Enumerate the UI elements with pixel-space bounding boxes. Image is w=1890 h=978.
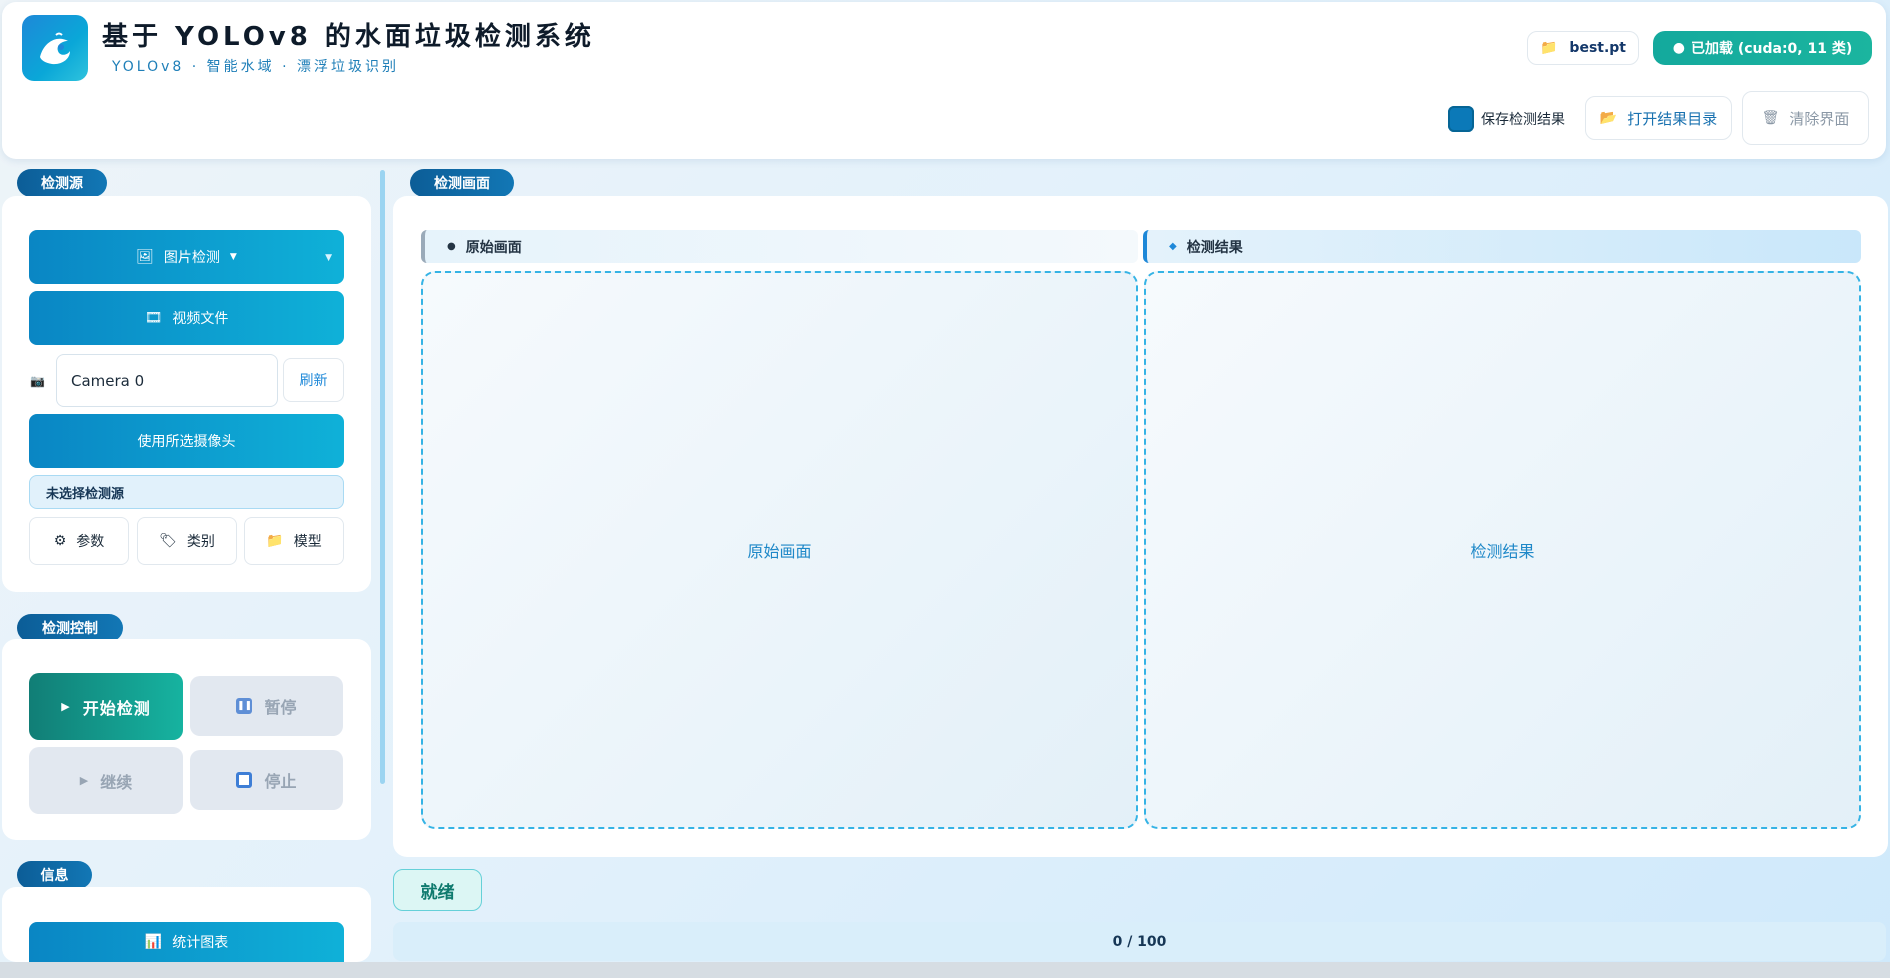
gear-icon: ⚙ (53, 533, 67, 549)
progress-bar: 0 / 100 (393, 922, 1886, 961)
model-button[interactable]: 📁 模型 (244, 517, 344, 565)
trash-icon: 🗑 (1761, 110, 1780, 126)
app-subtitle: YOLOv8 · 智能水域 · 漂浮垃圾识别 (112, 59, 400, 75)
save-results-label: 保存检测结果 (1481, 112, 1565, 128)
info-section-tag: 信息 (17, 861, 92, 889)
open-results-button[interactable]: 📂 打开结果目录 (1585, 96, 1732, 140)
diamond-icon: ◆ (1169, 241, 1177, 252)
app-title: 基于 YOLOv8 的水面垃圾检测系统 (102, 22, 595, 52)
model-status-text: 已加载 (cuda:0, 11 类) (1690, 41, 1853, 57)
play-icon: ▶ (61, 700, 71, 713)
save-results-checkbox[interactable] (1448, 106, 1474, 132)
model-file-name: best.pt (1569, 40, 1626, 56)
original-pane-header: ● 原始画面 (421, 230, 1138, 263)
water-wave-logo-icon (22, 15, 88, 81)
original-placeholder: 原始画面 (747, 542, 812, 561)
film-icon: 🎞 (144, 310, 163, 326)
pause-icon: ❚❚ (236, 698, 253, 714)
camera-select[interactable]: Camera 0 (56, 354, 278, 407)
progress-text: 0 / 100 (1112, 933, 1167, 950)
stop-icon (236, 772, 253, 788)
save-results-toggle[interactable]: 保存检测结果 (1448, 106, 1565, 132)
clear-ui-button[interactable]: 🗑 清除界面 (1742, 91, 1869, 145)
left-panel-scrollbar[interactable] (380, 170, 385, 784)
folder-icon: 📂 (1599, 110, 1618, 126)
stop-button[interactable]: 停止 (190, 750, 343, 810)
params-button[interactable]: ⚙ 参数 (29, 517, 129, 565)
pause-button[interactable]: ❚❚ 暂停 (190, 676, 343, 736)
source-status-label: 未选择检测源 (29, 475, 344, 509)
control-section-tag: 检测控制 (17, 614, 123, 642)
view-section-tag: 检测画面 (410, 169, 514, 197)
original-image-frame: 原始画面 (421, 271, 1138, 829)
result-pane-header: ◆ 检测结果 (1143, 230, 1861, 263)
dot-icon: ● (447, 241, 456, 252)
picture-icon: 🖼 (136, 249, 154, 265)
model-file-chip[interactable]: 📁 best.pt (1527, 31, 1639, 65)
result-placeholder: 检测结果 (1470, 542, 1535, 561)
bottom-strip (0, 962, 1890, 978)
model-status-badge: ● 已加载 (cuda:0, 11 类) (1653, 31, 1872, 65)
dropdown-arrow-icon: ▼ (325, 253, 332, 263)
tag-icon: 🏷 (159, 533, 177, 549)
use-camera-button[interactable]: 使用所选摄像头 (29, 414, 344, 468)
source-section-tag: 检测源 (17, 169, 107, 197)
classes-button[interactable]: 🏷 类别 (137, 517, 237, 565)
resume-button[interactable]: ▶ 继续 (29, 747, 183, 814)
start-detect-button[interactable]: ▶ 开始检测 (29, 673, 183, 740)
camera-icon: 📷 (30, 374, 45, 388)
folder-icon: 📁 (266, 533, 284, 549)
chevron-down-icon: ▼ (229, 252, 237, 262)
play-icon: ▶ (79, 774, 89, 787)
image-detect-select[interactable]: 🖼 图片检测 ▼ ▼ (29, 230, 344, 284)
refresh-button[interactable]: 刷新 (283, 358, 344, 402)
status-badge: 就绪 (393, 869, 482, 911)
video-file-button[interactable]: 🎞 视频文件 (29, 291, 344, 345)
status-dot-icon: ● (1672, 40, 1685, 56)
result-image-frame: 检测结果 (1144, 271, 1861, 829)
stats-chart-button[interactable]: 📊 统计图表 (29, 922, 344, 962)
bar-chart-icon: 📊 (144, 934, 163, 950)
folder-icon: 📁 (1539, 40, 1558, 56)
